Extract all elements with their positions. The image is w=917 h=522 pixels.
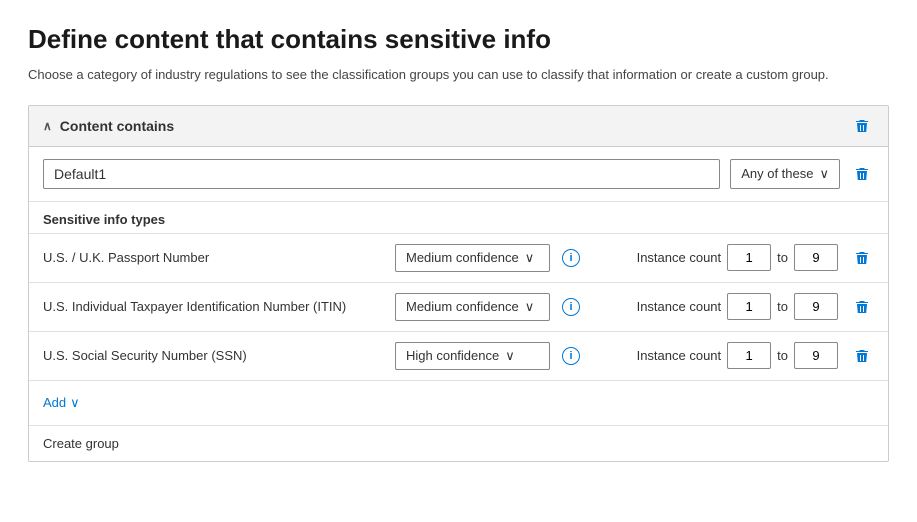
card-header-label: Content contains [60, 118, 174, 134]
sensitive-info-types-label: Sensitive info types [29, 202, 888, 234]
instance-count-group-1: Instance count to [637, 293, 838, 320]
page-title: Define content that contains sensitive i… [28, 24, 889, 55]
instance-count-group-2: Instance count to [637, 342, 838, 369]
instance-min-input-1[interactable] [727, 293, 771, 320]
instance-min-input-0[interactable] [727, 244, 771, 271]
confidence-dropdown-2[interactable]: High confidence ∨ [395, 342, 550, 370]
confidence-chevron-icon-0: ∨ [525, 250, 535, 266]
instance-count-label-1: Instance count [637, 299, 722, 314]
instance-count-label-0: Instance count [637, 250, 722, 265]
trash-icon [854, 166, 870, 182]
info-type-name: U.S. Social Security Number (SSN) [43, 348, 383, 363]
confidence-chevron-icon-1: ∨ [525, 299, 535, 315]
confidence-label-0: Medium confidence [406, 250, 519, 265]
card-header: ∧ Content contains [29, 106, 888, 147]
info-type-name: U.S. / U.K. Passport Number [43, 250, 383, 265]
instance-count-label-2: Instance count [637, 348, 722, 363]
instance-max-input-0[interactable] [794, 244, 838, 271]
any-of-these-chevron-icon: ∨ [819, 166, 829, 182]
group-name-input[interactable] [43, 159, 720, 189]
delete-group-button[interactable] [850, 164, 874, 184]
trash-icon [854, 299, 870, 315]
collapse-chevron-icon[interactable]: ∧ [43, 119, 52, 133]
trash-icon [854, 348, 870, 364]
create-group-row: Create group [29, 426, 888, 461]
add-chevron-icon: ∨ [70, 395, 80, 411]
instance-max-input-1[interactable] [794, 293, 838, 320]
to-label-2: to [777, 348, 788, 363]
info-type-name: U.S. Individual Taxpayer Identification … [43, 299, 383, 314]
confidence-dropdown-1[interactable]: Medium confidence ∨ [395, 293, 550, 321]
card-header-left: ∧ Content contains [43, 118, 174, 134]
instance-min-input-2[interactable] [727, 342, 771, 369]
page-subtitle: Choose a category of industry regulation… [28, 65, 888, 85]
confidence-dropdown-0[interactable]: Medium confidence ∨ [395, 244, 550, 272]
group-name-row: Any of these ∨ [29, 147, 888, 202]
info-tooltip-icon-2[interactable]: i [562, 347, 580, 365]
instance-count-group-0: Instance count to [637, 244, 838, 271]
content-contains-card: ∧ Content contains Any of these ∨ Sensit… [28, 105, 889, 462]
info-types-list: U.S. / U.K. Passport Number Medium confi… [29, 234, 888, 381]
info-tooltip-icon-0[interactable]: i [562, 249, 580, 267]
to-label-0: to [777, 250, 788, 265]
any-of-these-dropdown[interactable]: Any of these ∨ [730, 159, 840, 189]
add-row: Add ∨ [29, 381, 888, 426]
confidence-chevron-icon-2: ∨ [505, 348, 515, 364]
trash-icon [854, 118, 870, 134]
confidence-label-1: Medium confidence [406, 299, 519, 314]
info-type-row: U.S. Individual Taxpayer Identification … [29, 283, 888, 332]
add-label: Add [43, 395, 66, 410]
delete-info-type-button-0[interactable] [850, 248, 874, 268]
info-type-row: U.S. Social Security Number (SSN) High c… [29, 332, 888, 381]
info-tooltip-icon-1[interactable]: i [562, 298, 580, 316]
create-group-button[interactable]: Create group [29, 426, 888, 461]
delete-card-button[interactable] [850, 116, 874, 136]
trash-icon [854, 250, 870, 266]
info-type-row: U.S. / U.K. Passport Number Medium confi… [29, 234, 888, 283]
delete-info-type-button-1[interactable] [850, 297, 874, 317]
to-label-1: to [777, 299, 788, 314]
instance-max-input-2[interactable] [794, 342, 838, 369]
delete-info-type-button-2[interactable] [850, 346, 874, 366]
confidence-label-2: High confidence [406, 348, 499, 363]
any-of-these-label: Any of these [741, 166, 813, 181]
add-button[interactable]: Add ∨ [43, 391, 80, 415]
